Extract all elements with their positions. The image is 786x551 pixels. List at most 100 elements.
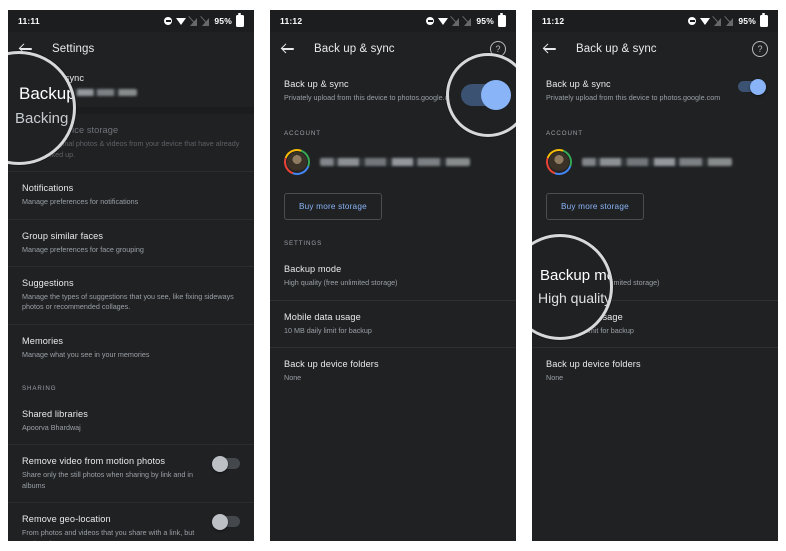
buy-more-storage-button[interactable]: Buy more storage [284, 193, 382, 221]
row-remove-video-from-motion-photos[interactable]: Remove video from motion photos Share on… [8, 445, 254, 504]
battery-icon [498, 13, 506, 27]
row-title: Suggestions [22, 277, 74, 288]
row-main: Remove geo-location From photos and vide… [22, 513, 206, 541]
row-main: Back up & sync Privately upload from thi… [284, 78, 468, 103]
row-subtitle: Manage preferences for face grouping [22, 244, 144, 254]
row-main: Suggestions Manage the types of suggesti… [22, 277, 240, 313]
status-icons: 95% [688, 13, 768, 27]
row-backup-mode[interactable]: Backup mode High quality (free unlimited… [270, 253, 516, 301]
redacted-text [582, 158, 732, 167]
magnifier-line-1: Backup mo [540, 267, 613, 284]
magnified-toggle [461, 80, 511, 110]
status-icons: 95% [426, 13, 506, 27]
row-subtitle: 10 MB daily limit for backup [284, 325, 372, 335]
dnd-icon [164, 17, 173, 25]
row-back-up-device-folders[interactable]: Back up device folders None [270, 348, 516, 394]
row-title: Shared libraries [22, 409, 88, 420]
screenshot-stage: 11:11 95% Settings Backup & sync [0, 0, 786, 551]
page-title: Back up & sync [314, 43, 395, 55]
row-subtitle: None [546, 373, 564, 382]
row-title: Memories [22, 335, 64, 346]
app-bar-3: Back up & sync ? [532, 32, 778, 66]
row-title: Back up device folders [284, 359, 379, 370]
row-subtitle: Manage preferences for notifications [22, 197, 139, 207]
phone-panel-settings: 11:11 95% Settings Backup & sync [8, 10, 254, 541]
toggle-knob [212, 513, 228, 530]
row-title: Back up & sync [546, 79, 611, 89]
avatar [284, 149, 310, 176]
row-memories[interactable]: Memories Manage what you see in your mem… [8, 325, 254, 371]
dnd-icon [688, 17, 697, 25]
phone-panel-backup-mode: 11:12 95% Back up & sync ? Back up & syn… [532, 10, 778, 541]
signal-icon [726, 17, 734, 26]
wifi-icon [700, 17, 711, 25]
account-email-redacted [320, 158, 470, 167]
help-icon[interactable]: ? [752, 41, 768, 57]
status-time: 11:11 [18, 16, 40, 26]
signal-icon [464, 17, 472, 26]
magnifier-line-2: High quality [538, 290, 612, 306]
row-subtitle: Share only the still photos when sharing… [22, 470, 194, 490]
row-main: Remove video from motion photos Share on… [22, 455, 206, 491]
row-title: Remove geo-location [22, 514, 111, 525]
account-email-redacted [582, 158, 732, 167]
signal-icon [714, 17, 722, 26]
section-label-sharing: SHARING [22, 385, 57, 393]
account-row[interactable] [532, 143, 778, 179]
toggle-remove-geo-location[interactable] [212, 513, 240, 530]
row-subtitle: High quality (free unlimited storage) [284, 278, 398, 288]
row-subtitle: Apoorva Bhardwaj [22, 423, 81, 433]
account-row[interactable] [270, 143, 516, 179]
signal-icon [190, 17, 198, 26]
row-backup-and-sync-toggle[interactable]: Back up & sync Privately upload from thi… [532, 66, 778, 116]
toggle-remove-video-from-motion-photos[interactable] [212, 455, 240, 472]
toggle-knob [212, 455, 228, 472]
row-main: Back up & sync Privately upload from thi… [546, 78, 730, 103]
toggle-backup-and-sync[interactable] [738, 78, 766, 95]
magnifier-line-2: Backing u [15, 110, 76, 127]
section-label-settings: SETTINGS [284, 240, 323, 248]
toggle-knob [481, 80, 511, 110]
signal-icon [452, 17, 460, 26]
row-title: Back up device folders [546, 359, 641, 370]
section-label-account: ACCOUNT [546, 130, 583, 138]
signal-icon [202, 17, 210, 26]
row-subtitle: Manage what you see in your memories [22, 349, 150, 359]
left-edge-spacer [0, 0, 8, 551]
battery-icon [236, 13, 244, 27]
redacted-text [320, 158, 470, 167]
back-arrow-icon[interactable] [280, 41, 296, 57]
row-title: Remove video from motion photos [22, 456, 166, 467]
row-notifications[interactable]: Notifications Manage preferences for not… [8, 172, 254, 220]
status-bar-1: 11:11 95% [8, 10, 254, 32]
row-back-up-device-folders[interactable]: Back up device folders None [532, 348, 778, 394]
row-title: Notifications [22, 183, 74, 194]
row-remove-geo-location[interactable]: Remove geo-location From photos and vide… [8, 503, 254, 541]
phone-panel-backup-sync: 11:12 95% Back up & sync ? Back up & syn… [270, 10, 516, 541]
row-title: Backup mode [284, 264, 342, 275]
battery-percent: 95% [738, 16, 756, 26]
back-arrow-icon[interactable] [542, 41, 558, 57]
row-shared-libraries[interactable]: Shared libraries Apoorva Bhardwaj [8, 398, 254, 446]
magnifier-line-1: Backup & [19, 84, 76, 103]
toggle-knob [750, 78, 766, 95]
row-title: Back up & sync [284, 79, 349, 89]
status-bar-3: 11:12 95% [532, 10, 778, 32]
status-time: 11:12 [542, 16, 565, 26]
row-title: Mobile data usage [284, 311, 361, 322]
avatar-photo [286, 151, 308, 174]
row-main: Memories Manage what you see in your mem… [22, 335, 240, 360]
row-main: Shared libraries Apoorva Bhardwaj [22, 408, 240, 433]
battery-percent: 95% [214, 16, 232, 26]
panel-gutter-1 [254, 0, 270, 551]
status-bar-2: 11:12 95% [270, 10, 516, 32]
row-group-similar-faces[interactable]: Group similar faces Manage preferences f… [8, 220, 254, 267]
row-title: Group similar faces [22, 230, 104, 241]
row-suggestions[interactable]: Suggestions Manage the types of suggesti… [8, 267, 254, 325]
buy-more-storage-button[interactable]: Buy more storage [546, 193, 644, 221]
row-mobile-data-usage[interactable]: Mobile data usage 10 MB daily limit for … [270, 301, 516, 349]
battery-icon [760, 13, 768, 27]
wifi-icon [176, 17, 187, 25]
status-time: 11:12 [280, 16, 303, 26]
avatar-photo [548, 151, 570, 174]
